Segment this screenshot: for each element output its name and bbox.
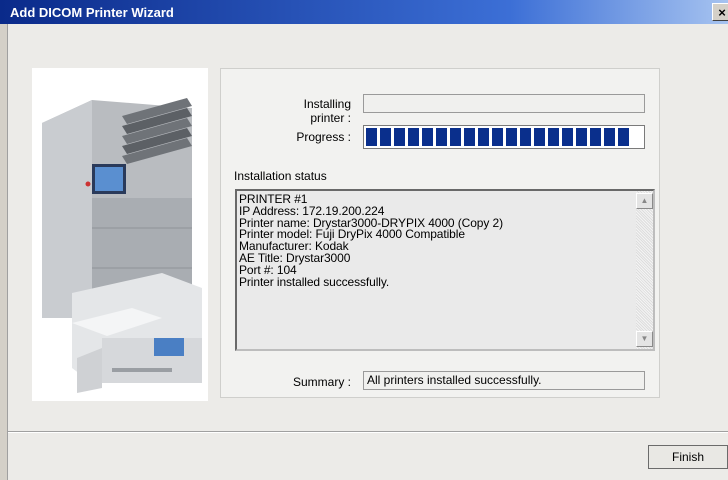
title-bar[interactable]: Add DICOM Printer Wizard × — [0, 0, 728, 24]
progress-segment — [436, 128, 447, 146]
progress-segment — [380, 128, 391, 146]
status-log-text: PRINTER #1 IP Address: 172.19.200.224 Prin… — [239, 193, 503, 289]
printer-illustration — [32, 68, 208, 401]
progress-segment — [366, 128, 377, 146]
progress-segment — [464, 128, 475, 146]
installation-panel: Installing printer : Progress : Installa… — [220, 68, 660, 398]
finish-button[interactable]: Finish — [648, 445, 728, 469]
progress-segment — [450, 128, 461, 146]
installation-status-log[interactable]: PRINTER #1 IP Address: 172.19.200.224 Prin… — [235, 189, 655, 351]
summary-field: All printers installed successfully. — [363, 371, 645, 390]
installing-printer-field — [363, 94, 645, 113]
progress-segment — [548, 128, 559, 146]
progress-segment — [492, 128, 503, 146]
progress-segment — [520, 128, 531, 146]
footer-divider — [8, 431, 728, 433]
progress-label: Progress : — [296, 130, 351, 144]
progress-segment — [604, 128, 615, 146]
window-title: Add DICOM Printer Wizard — [10, 5, 174, 20]
progress-segment — [562, 128, 573, 146]
installing-printer-label: Installing printer : — [303, 97, 351, 125]
progress-segment — [590, 128, 601, 146]
installation-status-heading: Installation status — [234, 169, 327, 183]
scroll-up-icon: ▲ — [640, 196, 649, 205]
status-scrollbar[interactable]: ▲ ▼ — [636, 191, 653, 349]
scroll-up-button[interactable]: ▲ — [636, 193, 653, 209]
progress-segment — [394, 128, 405, 146]
close-button[interactable]: × — [712, 3, 728, 21]
progress-segment — [478, 128, 489, 146]
printer-illustration-graphic — [42, 98, 202, 393]
scroll-down-button[interactable]: ▼ — [636, 331, 653, 347]
progress-segment — [618, 128, 629, 146]
progress-segment — [408, 128, 419, 146]
summary-label: Summary : — [292, 375, 351, 389]
close-icon: × — [718, 5, 726, 20]
progress-segment — [422, 128, 433, 146]
progress-bar — [363, 125, 645, 149]
status-log-line: Printer installed successfully. — [239, 274, 390, 289]
progress-segment — [534, 128, 545, 146]
wizard-window: Add DICOM Printer Wizard × Installing pr… — [0, 0, 728, 480]
window-left-border — [0, 24, 8, 480]
progress-segment — [506, 128, 517, 146]
scroll-down-icon: ▼ — [640, 334, 649, 343]
progress-segment — [576, 128, 587, 146]
